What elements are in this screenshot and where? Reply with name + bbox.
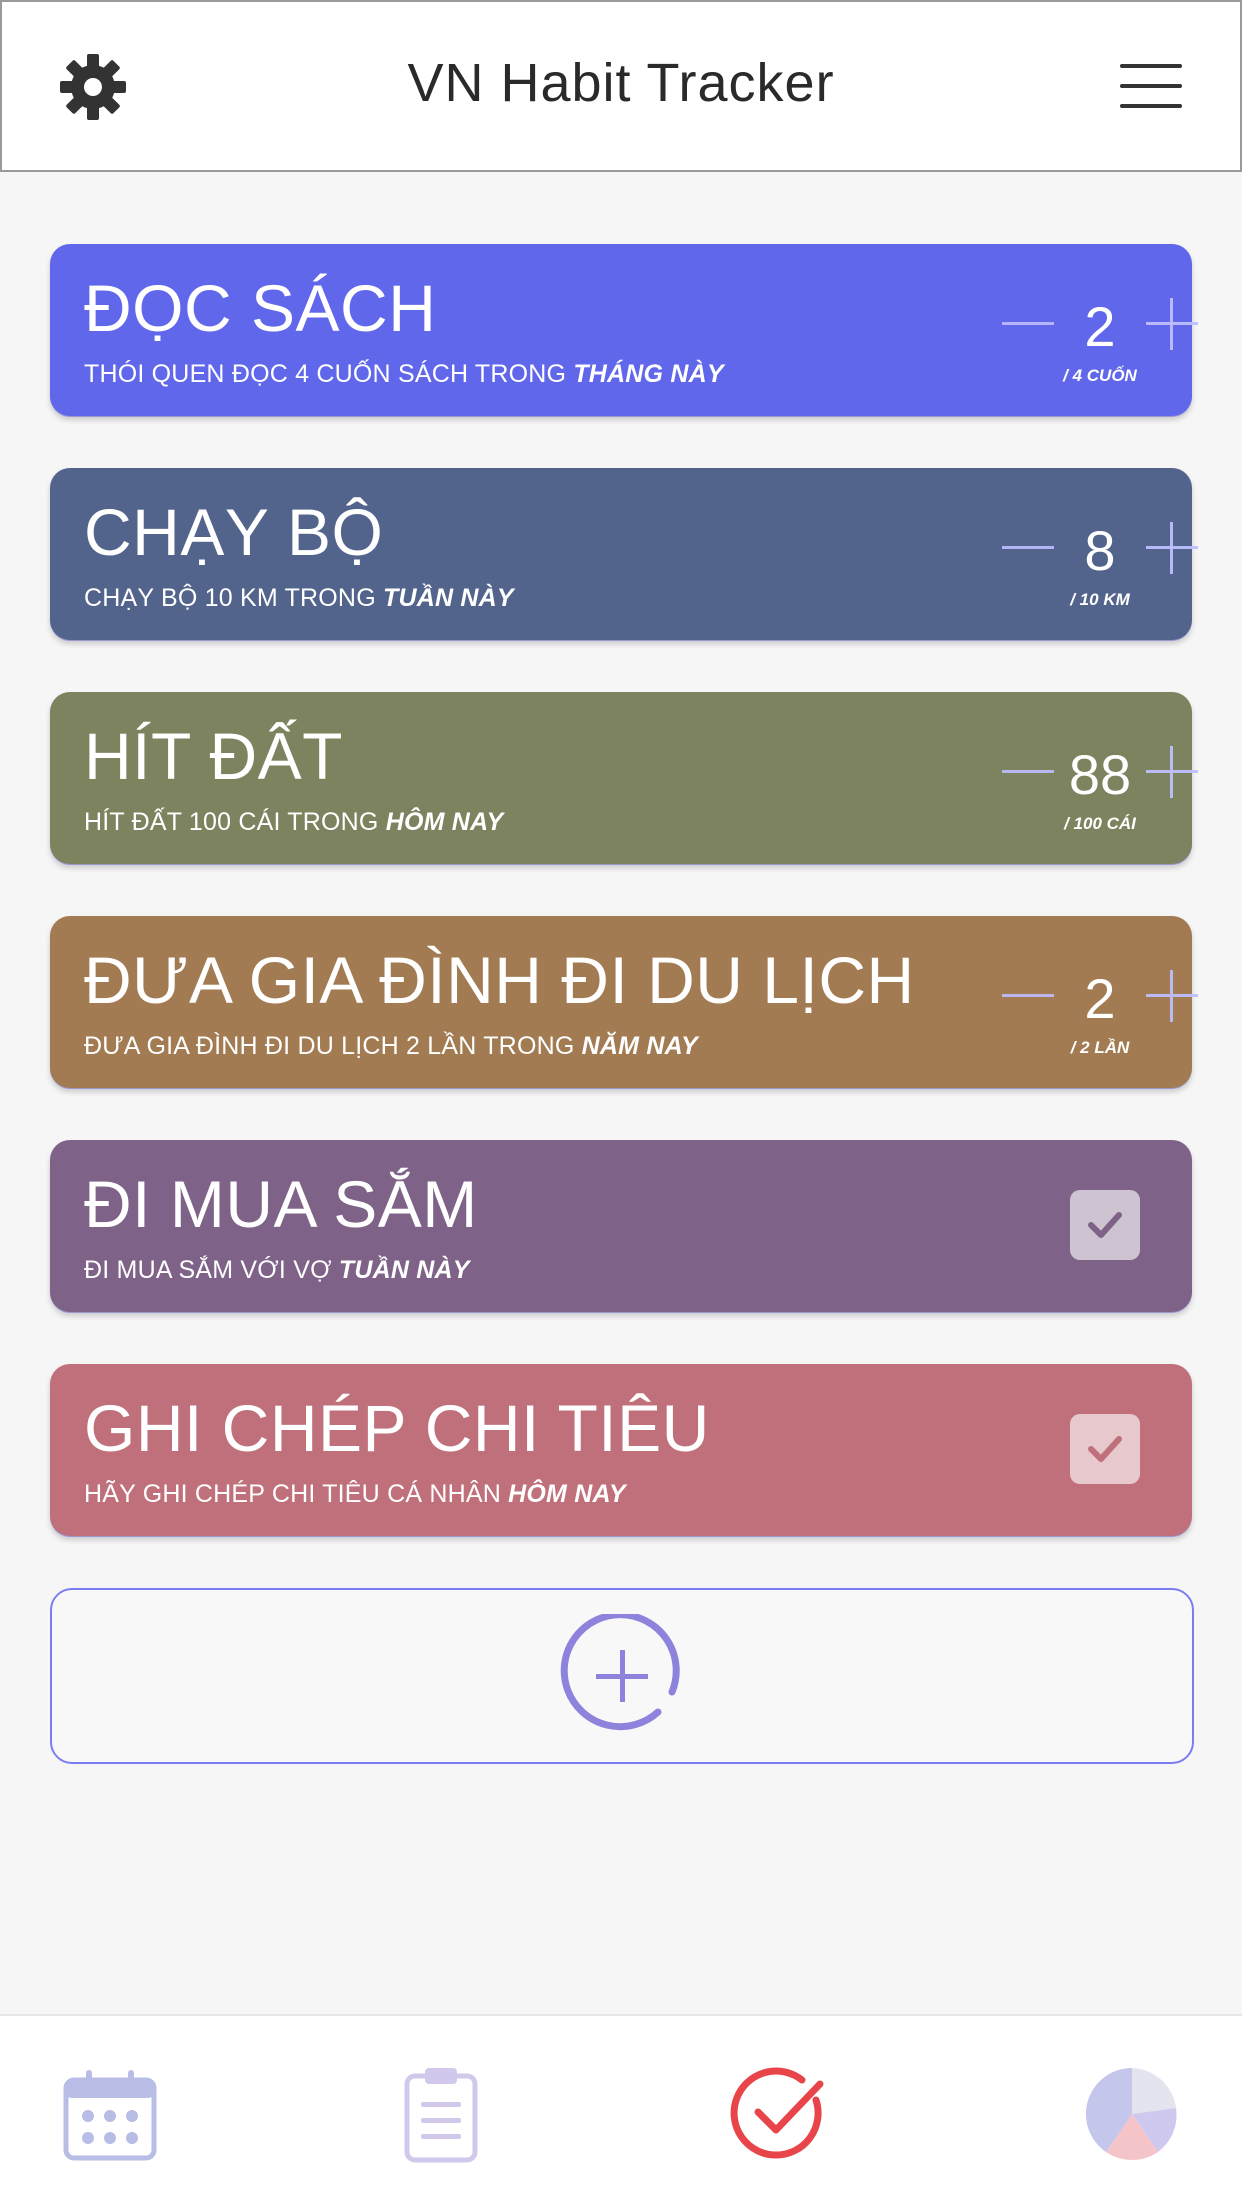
habit-card[interactable]: CHẠY BỘ CHẠY BỘ 10 KM TRONG TUẦN NÀY 8 /… [50,468,1198,640]
habit-description: CHẠY BỘ 10 KM TRONG TUẦN NÀY [84,584,514,612]
increment-button[interactable] [1146,522,1198,574]
checkmark-icon [1088,1212,1122,1238]
habit-description: ĐƯA GIA ĐÌNH ĐI DU LỊCH 2 LẦN TRONG NĂM … [84,1032,698,1060]
habit-period: THÁNG NÀY [573,360,724,388]
habit-card[interactable]: ĐI MUA SẮM ĐI MUA SẮM VỚI VỢ TUẦN NÀY [50,1140,1192,1312]
habit-card[interactable]: HÍT ĐẤT HÍT ĐẤT 100 CÁI TRONG HÔM NAY 88… [50,692,1198,864]
checkmark-icon [1088,1436,1122,1462]
habit-name: ĐỌC SÁCH [84,271,437,345]
habit-counter: 88 / 100 CÁI [950,732,1198,842]
calendar-icon[interactable] [60,2064,160,2164]
add-circle-icon [560,1614,680,1731]
complete-checkbox[interactable] [1070,1190,1140,1260]
increment-button[interactable] [1146,746,1198,798]
increment-button[interactable] [1146,298,1198,350]
counter-value: 88 [1068,743,1132,806]
habit-period: HÔM NAY [385,808,504,836]
habit-card[interactable]: ĐƯA GIA ĐÌNH ĐI DU LỊCH ĐƯA GIA ĐÌNH ĐI … [50,916,1198,1088]
habit-card[interactable]: ĐỌC SÁCH THÓI QUEN ĐỌC 4 CUỐN SÁCH TRONG… [50,244,1198,416]
counter-unit: / 10 KM [1070,590,1130,609]
habit-description: ĐI MUA SẮM VỚI VỢ TUẦN NÀY [84,1256,470,1284]
habit-name: ĐI MUA SẮM [84,1167,478,1241]
counter-value: 2 [1084,967,1116,1030]
counter-value: 8 [1084,519,1116,582]
pie-chart-icon[interactable] [1082,2064,1182,2164]
hamburger-icon[interactable] [1120,62,1182,110]
check-circle-icon[interactable] [730,2064,830,2164]
habit-card[interactable]: GHI CHÉP CHI TIÊU HÃY GHI CHÉP CHI TIÊU … [50,1364,1192,1536]
habit-counter: 8 / 10 KM [950,508,1198,618]
counter-unit: / 100 CÁI [1064,814,1136,833]
counter-unit: / 4 CUỐN [1063,366,1137,385]
app-header: VN Habit Tracker [0,0,1242,172]
page-title: VN Habit Tracker [407,53,835,113]
habit-name: ĐƯA GIA ĐÌNH ĐI DU LỊCH [84,943,915,1017]
counter-value: 2 [1084,295,1116,358]
habit-counter: 2 / 4 CUỐN [950,284,1198,394]
habit-name: GHI CHÉP CHI TIÊU [84,1391,710,1465]
counter-unit: / 2 LẦN [1070,1038,1130,1057]
complete-checkbox[interactable] [1070,1414,1140,1484]
habit-description: HÃY GHI CHÉP CHI TIÊU CÁ NHÂN HÔM NAY [84,1480,626,1508]
habit-counter: 2 / 2 LẦN [950,956,1198,1066]
habit-name: CHẠY BỘ [84,495,384,569]
increment-button[interactable] [1146,970,1198,1022]
habit-period: NĂM NAY [581,1032,698,1060]
habit-name: HÍT ĐẤT [84,719,343,793]
habit-period: TUẦN NÀY [338,1256,470,1284]
habit-period: HÔM NAY [508,1480,626,1508]
clipboard-icon[interactable] [391,2064,491,2164]
add-habit-button[interactable] [50,1588,1194,1764]
bottom-tab-bar [0,2014,1242,2210]
habit-description: THÓI QUEN ĐỌC 4 CUỐN SÁCH TRONG THÁNG NÀ… [84,360,724,388]
habit-description: HÍT ĐẤT 100 CÁI TRONG HÔM NAY [84,808,504,836]
habit-period: TUẦN NÀY [383,584,514,612]
